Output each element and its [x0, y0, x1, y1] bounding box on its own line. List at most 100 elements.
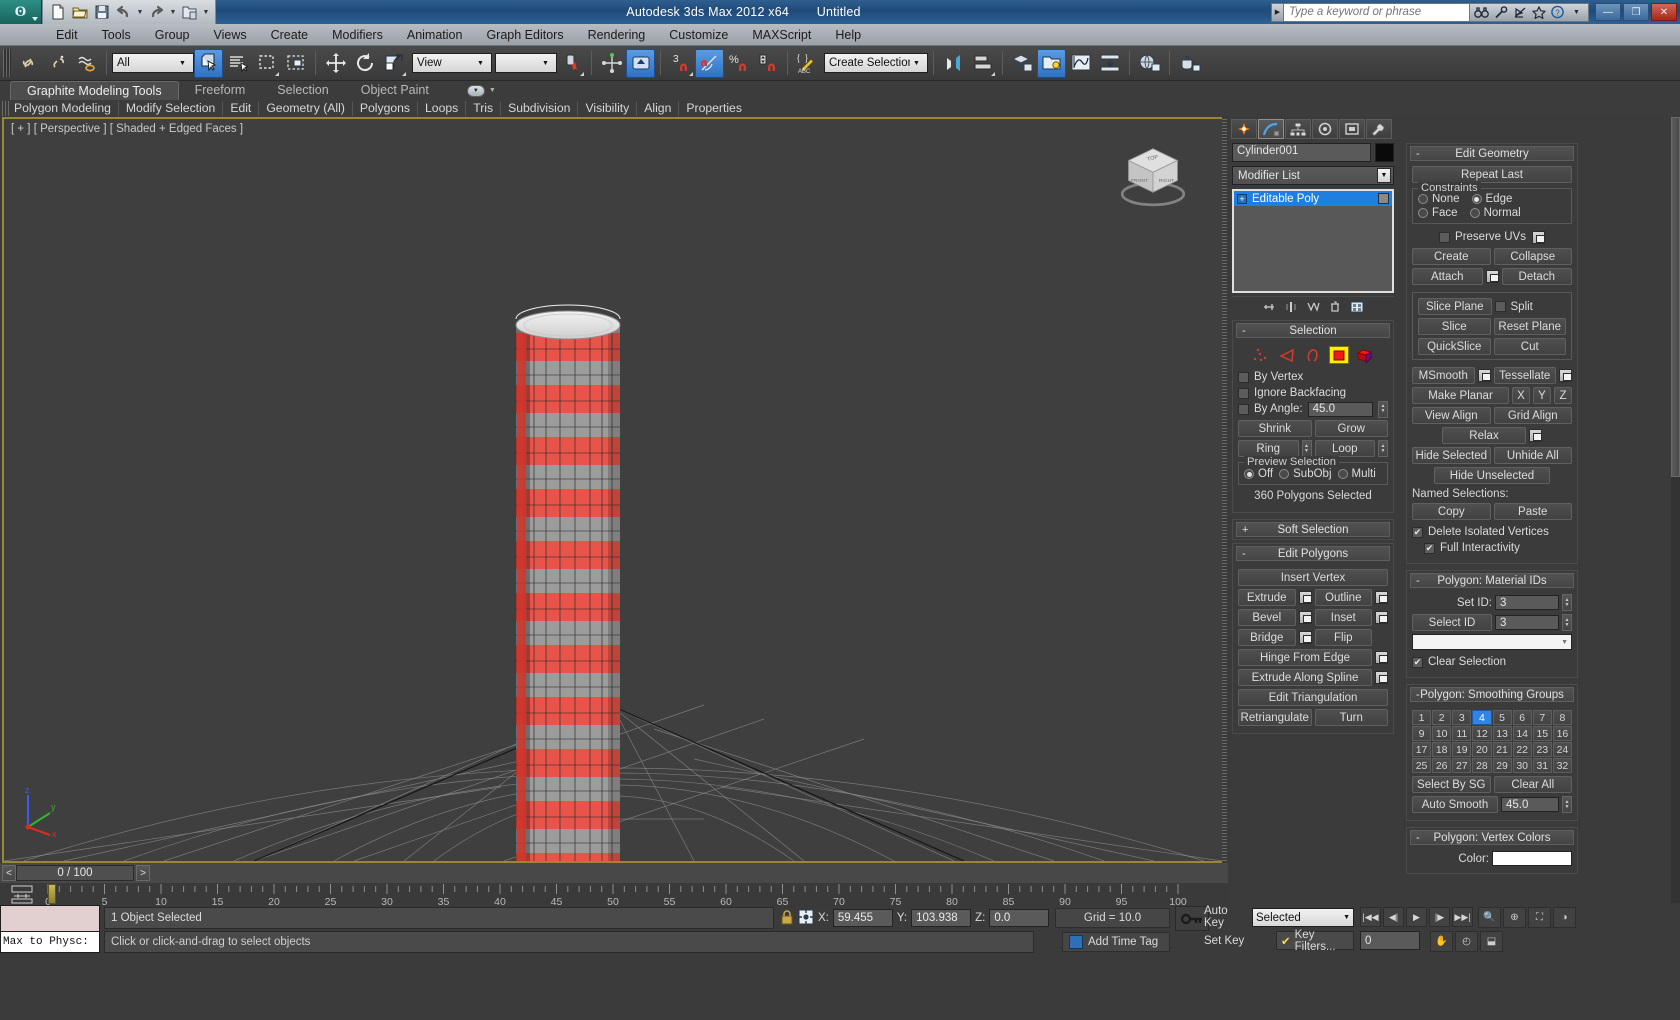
object-color-swatch[interactable]: [1375, 143, 1394, 162]
element-sublevel-icon[interactable]: [1355, 346, 1375, 364]
smoothing-group-25[interactable]: 25: [1412, 758, 1432, 773]
ribbon-grip[interactable]: [2, 101, 9, 116]
snap-keyboard-toggle-icon[interactable]: [597, 49, 626, 78]
slice-button[interactable]: Slice: [1418, 318, 1491, 335]
show-end-result-icon[interactable]: [1283, 300, 1299, 314]
ignore-backfacing-checkbox[interactable]: Ignore Backfacing: [1238, 385, 1388, 401]
smoothing-group-4[interactable]: 4: [1472, 710, 1492, 725]
make-planar-x-button[interactable]: X: [1512, 387, 1530, 404]
tab-graphite-modeling-tools[interactable]: Graphite Modeling Tools: [10, 81, 179, 100]
edit-geometry-rollout-header[interactable]: - Edit Geometry: [1410, 146, 1574, 161]
vertex-sublevel-icon[interactable]: [1251, 346, 1271, 364]
smoothing-group-5[interactable]: 5: [1492, 710, 1512, 725]
smoothing-group-16[interactable]: 16: [1552, 726, 1572, 741]
next-frame-arrow[interactable]: >: [136, 865, 150, 881]
modifier-toggle-icon[interactable]: [1378, 193, 1389, 204]
grow-button[interactable]: Grow: [1314, 420, 1388, 437]
ribbon-panel-align[interactable]: Align: [637, 101, 680, 116]
ribbon-panel-subdivision[interactable]: Subdivision: [501, 101, 579, 116]
outline-button[interactable]: Outline: [1314, 589, 1372, 606]
vertex-color-swatch[interactable]: [1492, 851, 1572, 866]
select-id-field[interactable]: 3: [1495, 615, 1559, 630]
track-view-icon[interactable]: [10, 884, 34, 904]
redo-icon[interactable]: [147, 3, 166, 22]
bevel-settings-button[interactable]: [1298, 611, 1312, 624]
quickslice-button[interactable]: QuickSlice: [1418, 338, 1491, 355]
qat-customize-icon[interactable]: ▼: [202, 9, 210, 16]
menu-group[interactable]: Group: [143, 26, 202, 44]
preview-subobj-radio[interactable]: SubObj: [1279, 468, 1332, 480]
orbit-icon[interactable]: ◴: [1455, 931, 1478, 952]
constraint-edge-radio[interactable]: Edge: [1471, 193, 1512, 205]
preserve-uvs-checkbox[interactable]: Preserve UVs: [1439, 229, 1526, 245]
reference-coordinate-system-combo[interactable]: View ▼: [412, 53, 492, 73]
preview-multi-radio[interactable]: Multi: [1337, 468, 1376, 480]
spinner-snap-toggle-icon[interactable]: [753, 49, 782, 78]
object-name-field[interactable]: Cylinder001: [1232, 143, 1371, 162]
smoothing-group-21[interactable]: 21: [1492, 742, 1512, 757]
select-and-move-icon[interactable]: [321, 49, 350, 78]
attach-button[interactable]: Attach: [1412, 268, 1483, 285]
toolbar-grip[interactable]: [3, 49, 11, 77]
ribbon-panel-loops[interactable]: Loops: [418, 101, 467, 116]
select-and-link-icon[interactable]: [14, 49, 43, 78]
preserve-uvs-settings-button[interactable]: [1531, 230, 1545, 244]
time-slider-thumb[interactable]: [48, 884, 56, 904]
constraint-face-radio[interactable]: Face: [1418, 207, 1458, 219]
tab-object-paint[interactable]: Object Paint: [345, 81, 445, 100]
shrink-button[interactable]: Shrink: [1238, 420, 1312, 437]
tab-selection[interactable]: Selection: [261, 81, 344, 100]
configure-modifier-sets-icon[interactable]: [1349, 300, 1365, 314]
turn-button[interactable]: Turn: [1314, 709, 1388, 726]
hierarchy-tab[interactable]: [1285, 119, 1311, 139]
constraint-none-radio[interactable]: None: [1418, 193, 1460, 205]
clear-selection-checkbox[interactable]: Clear Selection: [1412, 654, 1572, 670]
by-angle-field[interactable]: 45.0: [1307, 401, 1373, 417]
smoothing-group-28[interactable]: 28: [1472, 758, 1492, 773]
relax-button[interactable]: Relax: [1442, 427, 1526, 444]
material-editor-icon[interactable]: [1135, 49, 1164, 78]
maximize-button[interactable]: ❐: [1623, 3, 1649, 21]
ribbon-panel-tris[interactable]: Tris: [466, 101, 502, 116]
auto-key-button[interactable]: Auto Key: [1204, 905, 1250, 929]
smoothing-group-14[interactable]: 14: [1512, 726, 1532, 741]
application-menu-button[interactable]: ʘ: [0, 0, 42, 24]
extrude-button[interactable]: Extrude: [1238, 589, 1296, 606]
maximize-viewport-toggle-icon[interactable]: ⬓: [1480, 931, 1503, 952]
named-selection-set-icon[interactable]: [626, 48, 655, 78]
smoothing-group-20[interactable]: 20: [1472, 742, 1492, 757]
pin-stack-icon[interactable]: [1261, 300, 1277, 314]
loop-button[interactable]: Loop: [1314, 440, 1375, 457]
absolute-mode-transform-icon[interactable]: [798, 909, 814, 928]
mirror-icon[interactable]: [939, 49, 968, 78]
edit-triangulation-button[interactable]: Edit Triangulation: [1238, 689, 1388, 706]
undo-dropdown-icon[interactable]: ▼: [136, 9, 144, 16]
detach-button[interactable]: Detach: [1501, 268, 1572, 285]
smoothing-group-26[interactable]: 26: [1432, 758, 1452, 773]
edit-named-selection-sets-icon[interactable]: {} ABC: [793, 49, 822, 78]
set-project-folder-icon[interactable]: [180, 3, 199, 22]
hide-selected-button[interactable]: Hide Selected: [1412, 447, 1491, 464]
smoothing-group-17[interactable]: 17: [1412, 742, 1432, 757]
toggle-scene-explorer-icon[interactable]: [1037, 48, 1066, 78]
modifier-list-dropdown[interactable]: Modifier List ▼: [1232, 166, 1394, 185]
angle-snap-toggle-icon[interactable]: [695, 48, 724, 78]
next-frame-button[interactable]: |▶: [1429, 907, 1450, 927]
menu-animation[interactable]: Animation: [395, 26, 475, 44]
current-frame-field[interactable]: 0: [1360, 931, 1420, 950]
view-cube[interactable]: TOP FRONT RIGHT: [1112, 137, 1194, 213]
edge-sublevel-icon[interactable]: [1277, 346, 1297, 364]
set-id-field[interactable]: 3: [1495, 595, 1559, 610]
lock-selection-icon[interactable]: [780, 909, 794, 928]
save-file-icon[interactable]: [92, 3, 111, 22]
relax-settings-button[interactable]: [1529, 429, 1542, 442]
select-id-button[interactable]: Select ID: [1412, 614, 1492, 631]
bridge-settings-button[interactable]: [1298, 631, 1312, 644]
smoothing-group-27[interactable]: 27: [1452, 758, 1472, 773]
extrude-along-spline-settings-button[interactable]: [1375, 671, 1388, 684]
modifier-stack-item-editable-poly[interactable]: + Editable Poly: [1234, 191, 1392, 206]
menu-rendering[interactable]: Rendering: [576, 26, 658, 44]
scrollbar-thumb[interactable]: [1671, 117, 1680, 477]
z-coordinate-field[interactable]: 0.0: [989, 909, 1050, 927]
smoothing-group-32[interactable]: 32: [1552, 758, 1572, 773]
